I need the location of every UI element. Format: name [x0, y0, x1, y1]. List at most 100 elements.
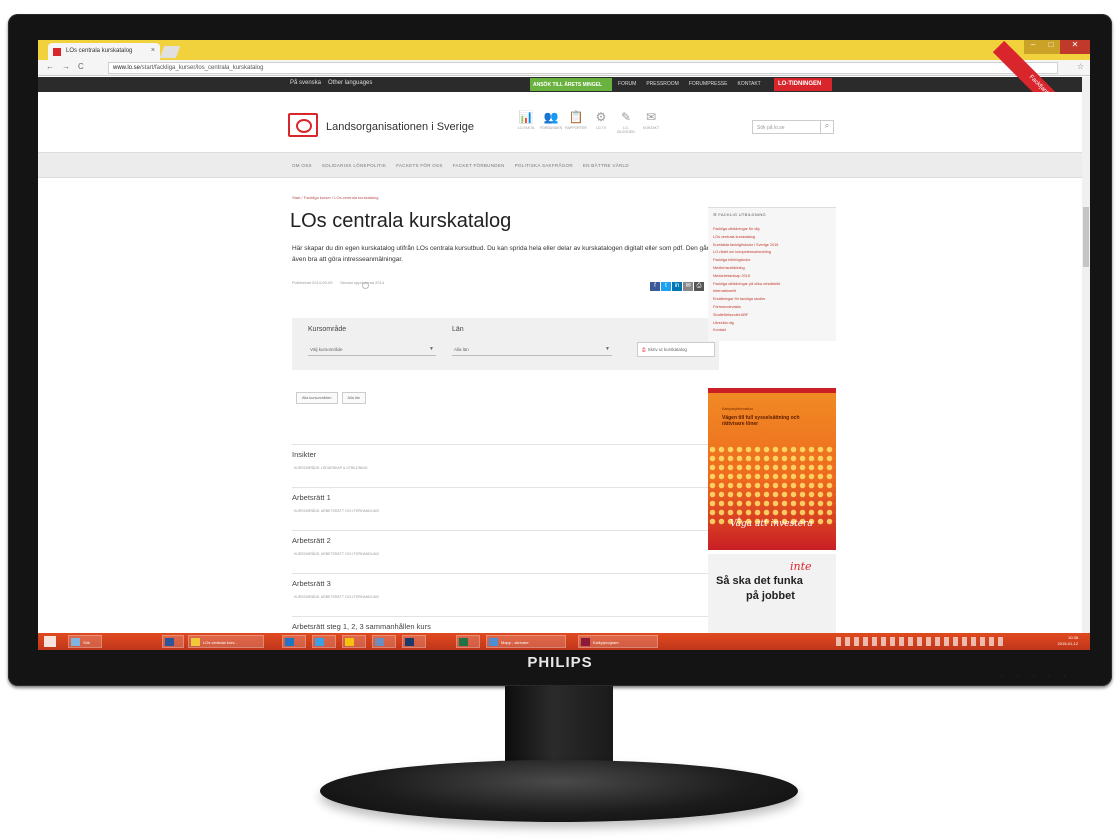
taskbar-item[interactable]: [162, 635, 184, 648]
back-icon[interactable]: ←: [46, 62, 54, 71]
header-link-rapporter[interactable]: 📋 RAPPORTER: [565, 110, 587, 134]
word-icon: [165, 638, 174, 646]
forward-icon[interactable]: →: [62, 62, 70, 71]
sidebar-item[interactable]: Medlemsutbildning: [713, 265, 831, 273]
browser-tab[interactable]: LOs centrala kurskatalog ×: [48, 43, 160, 60]
chevron-down-icon: ▼: [429, 346, 434, 352]
filter-pill-lan[interactable]: Alla län: [341, 392, 366, 404]
search-icon[interactable]: ⌕: [820, 120, 834, 134]
list-item[interactable]: Arbetsrätt 1 KURSOMRÅDE: ARBETSRÄTT OCH F…: [292, 487, 719, 530]
sidebar-item[interactable]: Fackliga folkhögskolor: [713, 257, 831, 265]
reload-icon[interactable]: C: [78, 62, 84, 71]
taskbar-clock[interactable]: 10:38 2015-01-12: [1058, 635, 1078, 647]
twitter-icon[interactable]: t: [661, 282, 671, 291]
facebook-icon[interactable]: f: [650, 282, 660, 291]
tab-title: LOs centrala kurskatalog: [66, 48, 133, 54]
window-controls: – □ ✕: [1024, 40, 1090, 54]
browser-tab-bar: LOs centrala kurskatalog × – □ ✕: [38, 40, 1090, 60]
list-item[interactable]: Insikter KURSOMRÅDE: LEDARSKAP & UTBILDNI…: [292, 444, 719, 487]
sidebar-item[interactable]: Ersättningar för fackliga studier: [713, 296, 831, 304]
clock-icon: [362, 282, 370, 289]
other-languages-link[interactable]: Other languages: [328, 80, 372, 86]
taskbar-item[interactable]: LOs centrala kurs...: [188, 635, 264, 648]
new-tab-button[interactable]: [159, 46, 181, 58]
nav-item-lonepolitik[interactable]: SOLIDARISK LÖNEPOLITIK: [322, 163, 386, 168]
taskbar-item[interactable]: [456, 635, 480, 648]
taskbar-item[interactable]: Sök: [68, 635, 102, 648]
header-link-lofakta[interactable]: 📊 LO-FAKTA: [515, 110, 537, 134]
filter-pill-kursomrade[interactable]: Alla kursområden: [296, 392, 338, 404]
scroll-thumb[interactable]: [1083, 207, 1089, 267]
url-path: /start/fackliga_kurser/los_centrala_kurs…: [140, 65, 264, 71]
mail-share-icon[interactable]: ✉: [683, 282, 693, 291]
lo-favicon: [53, 48, 61, 56]
monitor-stand-base: [320, 760, 798, 822]
nav-item-om-oss[interactable]: OM OSS: [292, 163, 312, 168]
header-link-kontakt[interactable]: ✉ KONTAKT: [640, 110, 662, 134]
nav-item-forbunden[interactable]: FACKET FÖRBUNDEN: [453, 163, 505, 168]
bookmark-star-icon[interactable]: ☆: [1077, 62, 1084, 71]
print-share-icon[interactable]: ⎙: [694, 282, 704, 291]
sidebar-item[interactable]: Medarbetarskap 2015: [713, 273, 831, 281]
close-window-icon[interactable]: ✕: [1060, 40, 1090, 54]
sidebar: ☰ FACKLIG UTBILDNING Fackliga utbildning…: [708, 207, 836, 342]
monitor-buttons[interactable]: · · · · ·: [1001, 674, 1072, 681]
sidebar-item[interactable]: LO-rådet om kompetensutveckling: [713, 249, 831, 257]
taskbar-item[interactable]: [312, 635, 336, 648]
lo-tidningen-button[interactable]: LO-TIDNINGEN: [774, 78, 832, 91]
ie-icon: [315, 638, 324, 646]
top-link-forum[interactable]: FORUM: [618, 81, 636, 87]
app-icon: [581, 638, 590, 646]
lan-label: Län: [452, 326, 464, 333]
sidebar-item[interactable]: Studieförbundet ABF: [713, 312, 831, 320]
taskbar-item[interactable]: [282, 635, 306, 648]
list-item[interactable]: Arbetsrätt 2 KURSOMRÅDE: ARBETSRÄTT OCH F…: [292, 530, 719, 573]
sidebar-item[interactable]: Fackliga utbildningar på olika ortsdistr…: [713, 281, 831, 289]
top-link-kontakt[interactable]: KONTAKT: [737, 81, 760, 87]
lan-select[interactable]: Alla län ▼: [452, 344, 612, 356]
top-link-press[interactable]: PRESSROOM: [646, 81, 679, 87]
logo-text[interactable]: Landsorganisationen i Sverige: [326, 121, 474, 133]
print-catalog-button[interactable]: ⎙ Skriv ut kurskatalog: [637, 342, 715, 357]
language-swedish-link[interactable]: På svenska: [290, 80, 321, 86]
top-link-forumpresse[interactable]: FORUMPRESSE: [689, 81, 728, 87]
kursomrade-select[interactable]: Välj kursområde ▼: [308, 344, 436, 356]
header-link-forbunden[interactable]: 👥 FÖRBUNDEN: [540, 110, 562, 134]
breadcrumb[interactable]: Start / Fackliga kurser / LOs centrala k…: [292, 195, 378, 200]
header-link-lotv[interactable]: ⚙ LO-TV: [590, 110, 612, 134]
campaign-banner[interactable]: Kampanjinformation Vägen till full sysse…: [708, 388, 836, 550]
sidebar-item[interactable]: Fackliga utbildningar för dig: [713, 226, 831, 234]
minimize-icon[interactable]: –: [1024, 40, 1042, 54]
sidebar-item[interactable]: Förtroendevalda: [713, 304, 831, 312]
lo-logo-icon[interactable]: [288, 113, 318, 137]
cta-green-button[interactable]: ANSÖK TILL ÅRETS MINGEL: [530, 78, 612, 91]
close-tab-icon[interactable]: ×: [151, 47, 155, 54]
taskbar-item[interactable]: [372, 635, 396, 648]
taskbar-item[interactable]: [402, 635, 426, 648]
gear-icon: ⚙: [595, 110, 607, 124]
folder-icon: [345, 638, 354, 646]
taskbar-item[interactable]: Mapp - skrivare: [486, 635, 566, 648]
page-scrollbar[interactable]: [1082, 77, 1090, 633]
published-date: Publicerad 2014-09-09: [292, 280, 333, 285]
maximize-icon[interactable]: □: [1042, 40, 1060, 54]
url-bar[interactable]: www.lo.se/start/fackliga_kurser/los_cent…: [108, 62, 1058, 74]
sidebar-item[interactable]: Kontakt: [713, 327, 831, 335]
browser-toolbar: ← → C www.lo.se/start/fackliga_kurser/lo…: [38, 60, 1090, 76]
screen: LOs centrala kurskatalog × – □ ✕ ← → C w…: [38, 40, 1090, 650]
list-item[interactable]: Arbetsrätt 3 KURSOMRÅDE: ARBETSRÄTT OCH F…: [292, 573, 719, 616]
nav-item-battre-varld[interactable]: EN BÄTTRE VÄRLD: [583, 163, 629, 168]
sidebar-item[interactable]: Internationellt: [713, 288, 831, 296]
sidebar-item[interactable]: LOs centrala kurskatalog: [713, 234, 831, 242]
nav-item-fackets[interactable]: FACKETS FÖR OSS: [396, 163, 443, 168]
system-tray[interactable]: [836, 637, 1006, 646]
taskbar-item[interactable]: Kalkylprogram: [578, 635, 658, 648]
sidebar-item[interactable]: Utveckla dig: [713, 320, 831, 328]
sidebar-item[interactable]: Kursfakta fackligt/skolor i Sverige 2015: [713, 242, 831, 250]
linkedin-icon[interactable]: in: [672, 282, 682, 291]
taskbar-item[interactable]: [342, 635, 366, 648]
nav-item-sakfragor[interactable]: POLITISKA SAKFRÅGOR: [515, 163, 573, 168]
windows-start-icon[interactable]: [44, 636, 56, 647]
header-link-blogg[interactable]: ✎ LO-BLOGGEN: [615, 110, 637, 134]
mail-icon: ✉: [645, 110, 657, 124]
